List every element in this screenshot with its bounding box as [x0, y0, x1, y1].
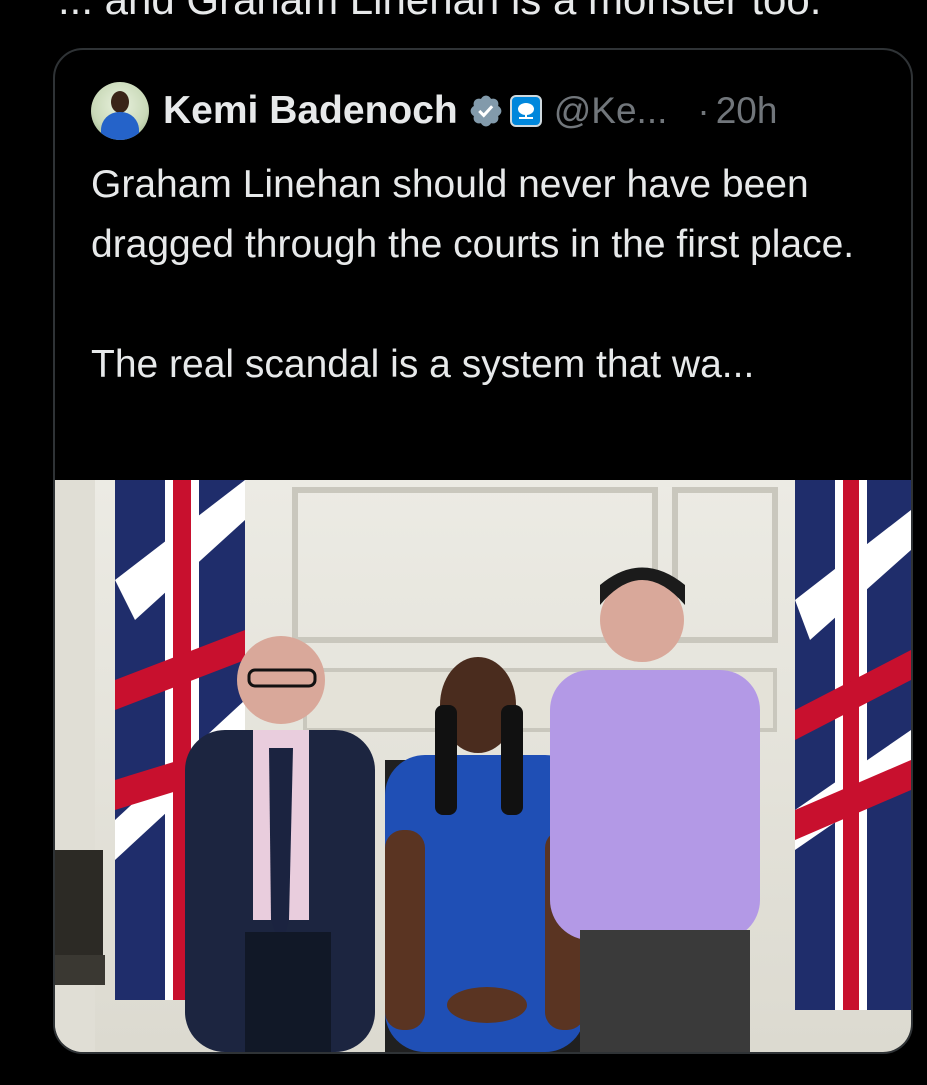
parent-tweet-text: ... and Graham Linehan is a monster too. — [58, 0, 821, 30]
quoted-tweet-header: Kemi Badenoch @Ke... · 20h — [91, 81, 777, 141]
author-avatar[interactable] — [91, 82, 149, 140]
x-post-screen: ... and Graham Linehan is a monster too.… — [0, 0, 927, 1085]
post-timestamp[interactable]: 20h — [716, 90, 778, 132]
quoted-tweet-text: Graham Linehan should never have been dr… — [91, 163, 855, 386]
quoted-tweet-card[interactable]: Kemi Badenoch @Ke... · 20h Graham Lineha… — [53, 48, 913, 1054]
photo-illustration — [55, 480, 911, 1052]
quoted-tweet-photo[interactable] — [55, 480, 911, 1052]
author-handle[interactable]: @Ke... — [554, 90, 668, 132]
separator-dot: · — [697, 90, 710, 131]
author-name[interactable]: Kemi Badenoch — [163, 89, 458, 133]
conservative-tree-icon[interactable] — [509, 95, 542, 127]
verified-badge-icon — [468, 93, 504, 129]
